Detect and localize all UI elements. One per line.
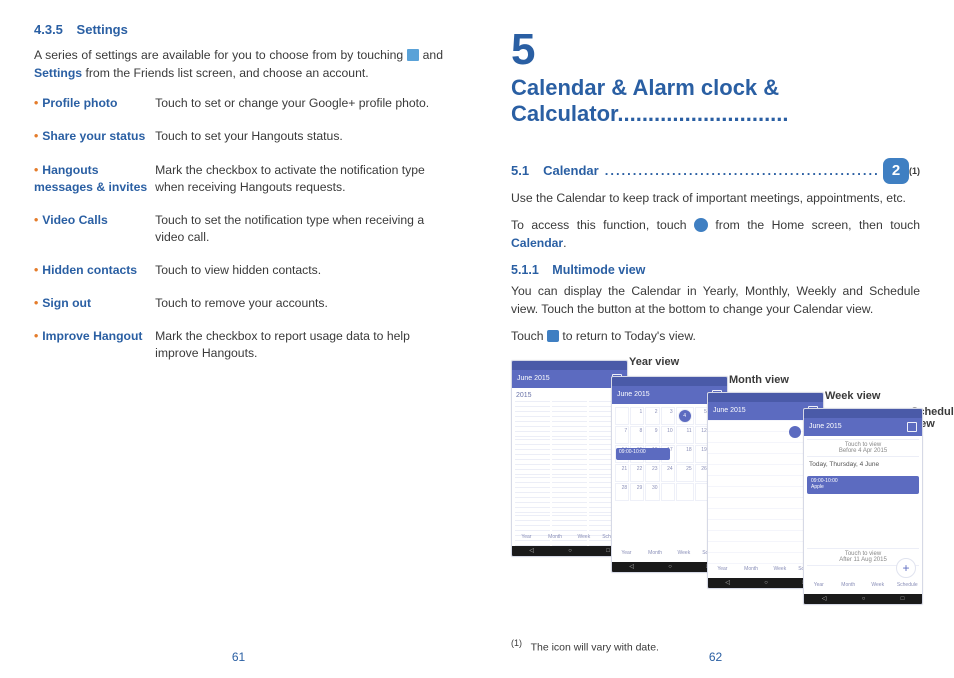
section-title: Settings [77, 22, 128, 37]
section-5-1: 5.1 Calendar ...........................… [511, 158, 920, 184]
screenshot-schedule: June 2015 Touch to viewBefore 4 Apr 2015… [803, 408, 923, 605]
page-62: 5 Calendar & Alarm clock & Calculator...… [477, 0, 954, 678]
screenshot-cascade: Year view Month view Week view Schedule … [511, 356, 920, 586]
page-number-left: 61 [0, 650, 477, 664]
settings-intro: A series of settings are available for y… [34, 47, 443, 82]
footnote-mark: (1) [511, 638, 522, 648]
calendar-access: To access this function, touch from the … [511, 217, 920, 252]
settings-row: •Share your statusTouch to set your Hang… [34, 125, 443, 148]
settings-row: •Improve HangoutMark the checkbox to rep… [34, 325, 443, 365]
today-icon [547, 330, 559, 342]
chapter-number: 5 [511, 28, 535, 72]
section-number: 4.3.5 [34, 22, 63, 37]
today-hint: Touch to return to Today's view. [511, 328, 920, 346]
sec51-number: 5.1 [511, 163, 529, 178]
chapter-heading: 5 Calendar & Alarm clock & Calculator...… [511, 28, 920, 128]
label-year: Year view [629, 356, 679, 368]
two-page-spread: 4.3.5 Settings A series of settings are … [0, 0, 954, 678]
settings-row: •Video CallsTouch to set the notificatio… [34, 209, 443, 249]
page-number-right: 62 [477, 650, 954, 664]
settings-bold: Settings [34, 66, 82, 80]
sub-number: 5.1.1 [511, 263, 539, 277]
leader-dots: ........................................… [605, 163, 877, 178]
today-outline-icon [907, 422, 917, 432]
section-heading: 4.3.5 Settings [34, 22, 443, 37]
settings-row: •Hangoutsmessages & invitesMark the chec… [34, 159, 443, 199]
apps-icon [694, 218, 708, 232]
chapter-title: Calendar & Alarm clock & Calculator.....… [511, 75, 920, 128]
calendar-app-icon: 2 [883, 158, 909, 184]
settings-row: •Profile photoTouch to set or change you… [34, 92, 443, 115]
page-61: 4.3.5 Settings A series of settings are … [0, 0, 477, 678]
label-week: Week view [825, 390, 880, 402]
footnote-ref: (1) [909, 166, 920, 176]
label-month: Month view [729, 374, 789, 386]
settings-table: •Profile photoTouch to set or change you… [34, 92, 443, 375]
settings-row: •Sign outTouch to remove your accounts. [34, 292, 443, 315]
sec51-title: Calendar [543, 163, 599, 178]
multimode-desc: You can display the Calendar in Yearly, … [511, 283, 920, 318]
settings-row: •Hidden contactsTouch to view hidden con… [34, 259, 443, 282]
calendar-intro: Use the Calendar to keep track of import… [511, 190, 920, 208]
fab-add-icon: + [896, 558, 916, 578]
subsection-5-1-1: 5.1.1 Multimode view [511, 263, 920, 277]
menu-icon [407, 49, 419, 61]
sub-title: Multimode view [552, 263, 645, 277]
